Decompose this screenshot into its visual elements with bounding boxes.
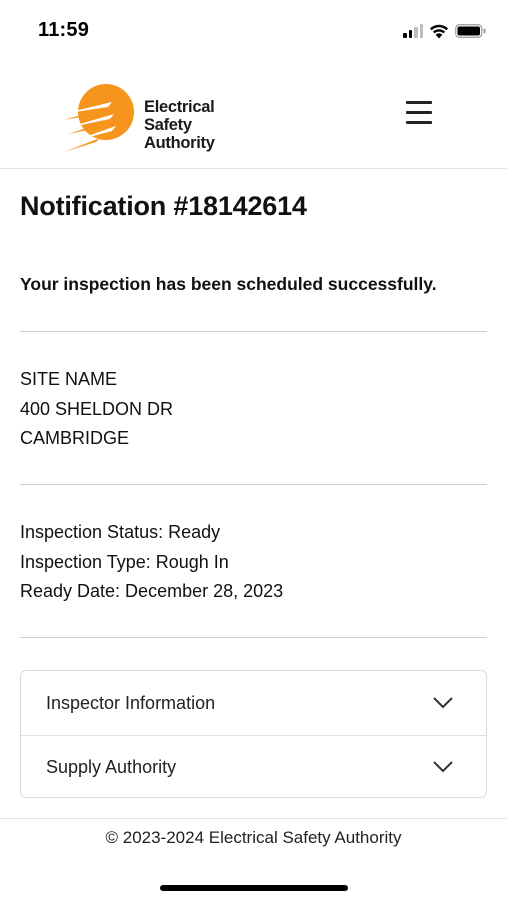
footer-divider: [0, 818, 507, 819]
status-time: 11:59: [38, 19, 90, 41]
esa-logo[interactable]: Electrical Safety Authority: [60, 76, 230, 160]
inspection-status: Inspection Status: Ready: [20, 522, 221, 542]
home-indicator[interactable]: [160, 885, 348, 891]
page-title: Notification #18142614: [20, 191, 307, 221]
details-accordion: Inspector Information Supply Authority: [20, 670, 487, 798]
site-info: SITE NAME 400 SHELDON DR CAMBRIDGE: [20, 365, 173, 454]
success-message: Your inspection has been scheduled succe…: [20, 274, 437, 294]
accordion-label: Supply Authority: [46, 756, 177, 777]
ready-date: Ready Date: December 28, 2023: [20, 581, 284, 601]
accordion-label: Inspector Information: [46, 692, 216, 713]
app-screen: 11:59 Electrical Safety Authority Notifi…: [0, 0, 507, 900]
logo-line-2: Safety: [144, 116, 192, 134]
cellular-signal-icon: [403, 24, 423, 38]
esa-logo-mark-icon: [62, 84, 134, 152]
status-icons: [403, 22, 487, 40]
logo-wordmark: Electrical Safety Authority: [144, 98, 215, 152]
site-header: Electrical Safety Authority: [0, 62, 507, 169]
logo-line-1: Electrical: [144, 98, 215, 116]
divider: [20, 484, 487, 485]
chevron-down-icon[interactable]: [432, 760, 454, 774]
divider: [20, 331, 487, 332]
wifi-icon: [430, 24, 448, 39]
logo-line-3: Authority: [144, 134, 215, 152]
divider: [20, 637, 487, 638]
site-address: 400 SHELDON DR: [20, 398, 174, 419]
site-name: SITE NAME: [20, 369, 118, 389]
battery-icon: [455, 24, 486, 38]
footer-copyright: © 2023-2024 Electrical Safety Authority: [105, 828, 402, 847]
inspection-type: Inspection Type: Rough In: [20, 551, 229, 572]
site-city: CAMBRIDGE: [20, 428, 130, 448]
inspection-info: Inspection Status: Ready Inspection Type…: [20, 518, 283, 607]
chevron-down-icon[interactable]: [432, 696, 454, 710]
hamburger-menu-icon[interactable]: [404, 98, 436, 126]
accordion-inspector-information[interactable]: Inspector Information: [21, 671, 486, 735]
status-bar: 11:59: [0, 0, 507, 62]
accordion-supply-authority[interactable]: Supply Authority: [21, 735, 486, 797]
